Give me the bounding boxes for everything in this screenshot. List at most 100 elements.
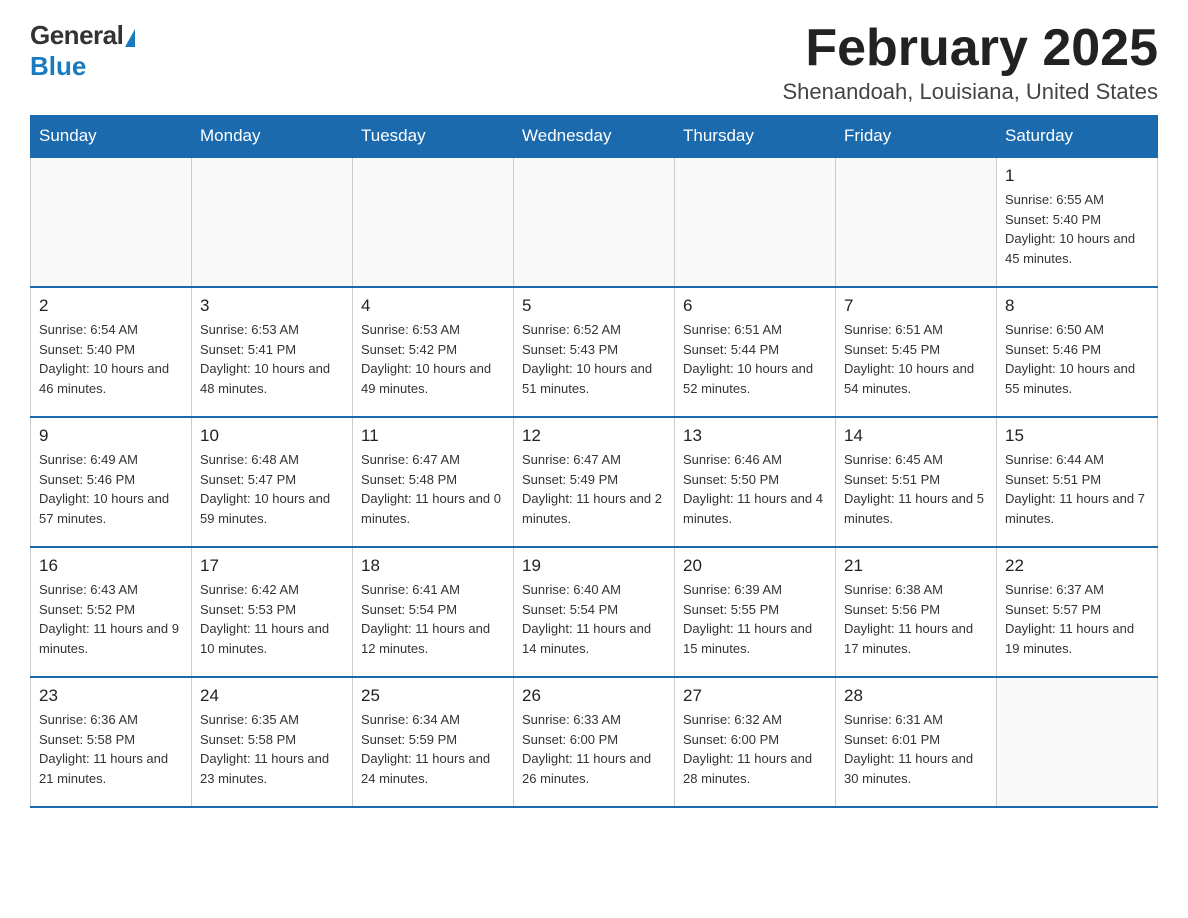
calendar-table: Sunday Monday Tuesday Wednesday Thursday…	[30, 115, 1158, 808]
table-row: 25 Sunrise: 6:34 AM Sunset: 5:59 PM Dayli…	[353, 677, 514, 807]
table-row: 12 Sunrise: 6:47 AM Sunset: 5:49 PM Dayli…	[514, 417, 675, 547]
day-number: 19	[522, 556, 666, 576]
day-info: Sunrise: 6:32 AM Sunset: 6:00 PM Dayligh…	[683, 710, 827, 788]
header-friday: Friday	[836, 116, 997, 158]
day-info: Sunrise: 6:54 AM Sunset: 5:40 PM Dayligh…	[39, 320, 183, 398]
table-row: 9 Sunrise: 6:49 AM Sunset: 5:46 PM Daylig…	[31, 417, 192, 547]
day-number: 24	[200, 686, 344, 706]
month-title: February 2025	[782, 20, 1158, 77]
day-number: 16	[39, 556, 183, 576]
day-number: 17	[200, 556, 344, 576]
table-row: 4 Sunrise: 6:53 AM Sunset: 5:42 PM Daylig…	[353, 287, 514, 417]
day-number: 25	[361, 686, 505, 706]
table-row	[514, 157, 675, 287]
logo-general-text: General	[30, 20, 123, 51]
table-row: 24 Sunrise: 6:35 AM Sunset: 5:58 PM Dayli…	[192, 677, 353, 807]
table-row: 2 Sunrise: 6:54 AM Sunset: 5:40 PM Daylig…	[31, 287, 192, 417]
day-number: 4	[361, 296, 505, 316]
table-row: 23 Sunrise: 6:36 AM Sunset: 5:58 PM Dayli…	[31, 677, 192, 807]
weekday-header-row: Sunday Monday Tuesday Wednesday Thursday…	[31, 116, 1158, 158]
logo-triangle-icon	[125, 29, 135, 47]
table-row: 28 Sunrise: 6:31 AM Sunset: 6:01 PM Dayli…	[836, 677, 997, 807]
table-row	[353, 157, 514, 287]
day-info: Sunrise: 6:34 AM Sunset: 5:59 PM Dayligh…	[361, 710, 505, 788]
day-info: Sunrise: 6:37 AM Sunset: 5:57 PM Dayligh…	[1005, 580, 1149, 658]
day-number: 22	[1005, 556, 1149, 576]
day-info: Sunrise: 6:49 AM Sunset: 5:46 PM Dayligh…	[39, 450, 183, 528]
day-info: Sunrise: 6:33 AM Sunset: 6:00 PM Dayligh…	[522, 710, 666, 788]
header-sunday: Sunday	[31, 116, 192, 158]
day-number: 1	[1005, 166, 1149, 186]
day-number: 5	[522, 296, 666, 316]
day-info: Sunrise: 6:47 AM Sunset: 5:49 PM Dayligh…	[522, 450, 666, 528]
day-info: Sunrise: 6:52 AM Sunset: 5:43 PM Dayligh…	[522, 320, 666, 398]
header-saturday: Saturday	[997, 116, 1158, 158]
day-info: Sunrise: 6:42 AM Sunset: 5:53 PM Dayligh…	[200, 580, 344, 658]
table-row: 26 Sunrise: 6:33 AM Sunset: 6:00 PM Dayli…	[514, 677, 675, 807]
table-row: 1Sunrise: 6:55 AM Sunset: 5:40 PM Daylig…	[997, 157, 1158, 287]
table-row	[836, 157, 997, 287]
day-number: 11	[361, 426, 505, 446]
table-row	[31, 157, 192, 287]
table-row: 14 Sunrise: 6:45 AM Sunset: 5:51 PM Dayli…	[836, 417, 997, 547]
day-number: 28	[844, 686, 988, 706]
day-number: 20	[683, 556, 827, 576]
day-info: Sunrise: 6:35 AM Sunset: 5:58 PM Dayligh…	[200, 710, 344, 788]
table-row: 3Sunrise: 6:53 AM Sunset: 5:41 PM Daylig…	[192, 287, 353, 417]
table-row: 22 Sunrise: 6:37 AM Sunset: 5:57 PM Dayli…	[997, 547, 1158, 677]
title-section: February 2025 Shenandoah, Louisiana, Uni…	[782, 20, 1158, 105]
day-number: 23	[39, 686, 183, 706]
day-info: Sunrise: 6:50 AM Sunset: 5:46 PM Dayligh…	[1005, 320, 1149, 398]
table-row	[192, 157, 353, 287]
day-info: Sunrise: 6:51 AM Sunset: 5:44 PM Dayligh…	[683, 320, 827, 398]
day-number: 13	[683, 426, 827, 446]
day-info: Sunrise: 6:53 AM Sunset: 5:42 PM Dayligh…	[361, 320, 505, 398]
day-number: 21	[844, 556, 988, 576]
table-row: 21 Sunrise: 6:38 AM Sunset: 5:56 PM Dayli…	[836, 547, 997, 677]
day-number: 10	[200, 426, 344, 446]
day-number: 3	[200, 296, 344, 316]
day-number: 6	[683, 296, 827, 316]
day-number: 12	[522, 426, 666, 446]
table-row: 27 Sunrise: 6:32 AM Sunset: 6:00 PM Dayli…	[675, 677, 836, 807]
table-row: 7Sunrise: 6:51 AM Sunset: 5:45 PM Daylig…	[836, 287, 997, 417]
table-row: 13 Sunrise: 6:46 AM Sunset: 5:50 PM Dayli…	[675, 417, 836, 547]
day-info: Sunrise: 6:31 AM Sunset: 6:01 PM Dayligh…	[844, 710, 988, 788]
day-number: 8	[1005, 296, 1149, 316]
day-info: Sunrise: 6:41 AM Sunset: 5:54 PM Dayligh…	[361, 580, 505, 658]
table-row: 18 Sunrise: 6:41 AM Sunset: 5:54 PM Dayli…	[353, 547, 514, 677]
day-info: Sunrise: 6:39 AM Sunset: 5:55 PM Dayligh…	[683, 580, 827, 658]
table-row: 10 Sunrise: 6:48 AM Sunset: 5:47 PM Dayli…	[192, 417, 353, 547]
logo: General Blue	[30, 20, 135, 82]
day-number: 7	[844, 296, 988, 316]
day-number: 2	[39, 296, 183, 316]
header-monday: Monday	[192, 116, 353, 158]
logo-blue-text: Blue	[30, 51, 86, 82]
table-row	[675, 157, 836, 287]
day-number: 9	[39, 426, 183, 446]
table-row: 8 Sunrise: 6:50 AM Sunset: 5:46 PM Daylig…	[997, 287, 1158, 417]
table-row: 6 Sunrise: 6:51 AM Sunset: 5:44 PM Daylig…	[675, 287, 836, 417]
day-number: 15	[1005, 426, 1149, 446]
day-info: Sunrise: 6:46 AM Sunset: 5:50 PM Dayligh…	[683, 450, 827, 528]
location-subtitle: Shenandoah, Louisiana, United States	[782, 79, 1158, 105]
day-info: Sunrise: 6:48 AM Sunset: 5:47 PM Dayligh…	[200, 450, 344, 528]
table-row: 20 Sunrise: 6:39 AM Sunset: 5:55 PM Dayli…	[675, 547, 836, 677]
table-row: 15 Sunrise: 6:44 AM Sunset: 5:51 PM Dayli…	[997, 417, 1158, 547]
day-number: 14	[844, 426, 988, 446]
header-wednesday: Wednesday	[514, 116, 675, 158]
day-info: Sunrise: 6:44 AM Sunset: 5:51 PM Dayligh…	[1005, 450, 1149, 528]
day-number: 18	[361, 556, 505, 576]
day-info: Sunrise: 6:47 AM Sunset: 5:48 PM Dayligh…	[361, 450, 505, 528]
table-row: 19Sunrise: 6:40 AM Sunset: 5:54 PM Dayli…	[514, 547, 675, 677]
table-row: 16Sunrise: 6:43 AM Sunset: 5:52 PM Dayli…	[31, 547, 192, 677]
day-info: Sunrise: 6:45 AM Sunset: 5:51 PM Dayligh…	[844, 450, 988, 528]
table-row	[997, 677, 1158, 807]
table-row: 17 Sunrise: 6:42 AM Sunset: 5:53 PM Dayli…	[192, 547, 353, 677]
day-number: 27	[683, 686, 827, 706]
day-info: Sunrise: 6:36 AM Sunset: 5:58 PM Dayligh…	[39, 710, 183, 788]
day-number: 26	[522, 686, 666, 706]
header-thursday: Thursday	[675, 116, 836, 158]
day-info: Sunrise: 6:38 AM Sunset: 5:56 PM Dayligh…	[844, 580, 988, 658]
table-row: 5 Sunrise: 6:52 AM Sunset: 5:43 PM Daylig…	[514, 287, 675, 417]
